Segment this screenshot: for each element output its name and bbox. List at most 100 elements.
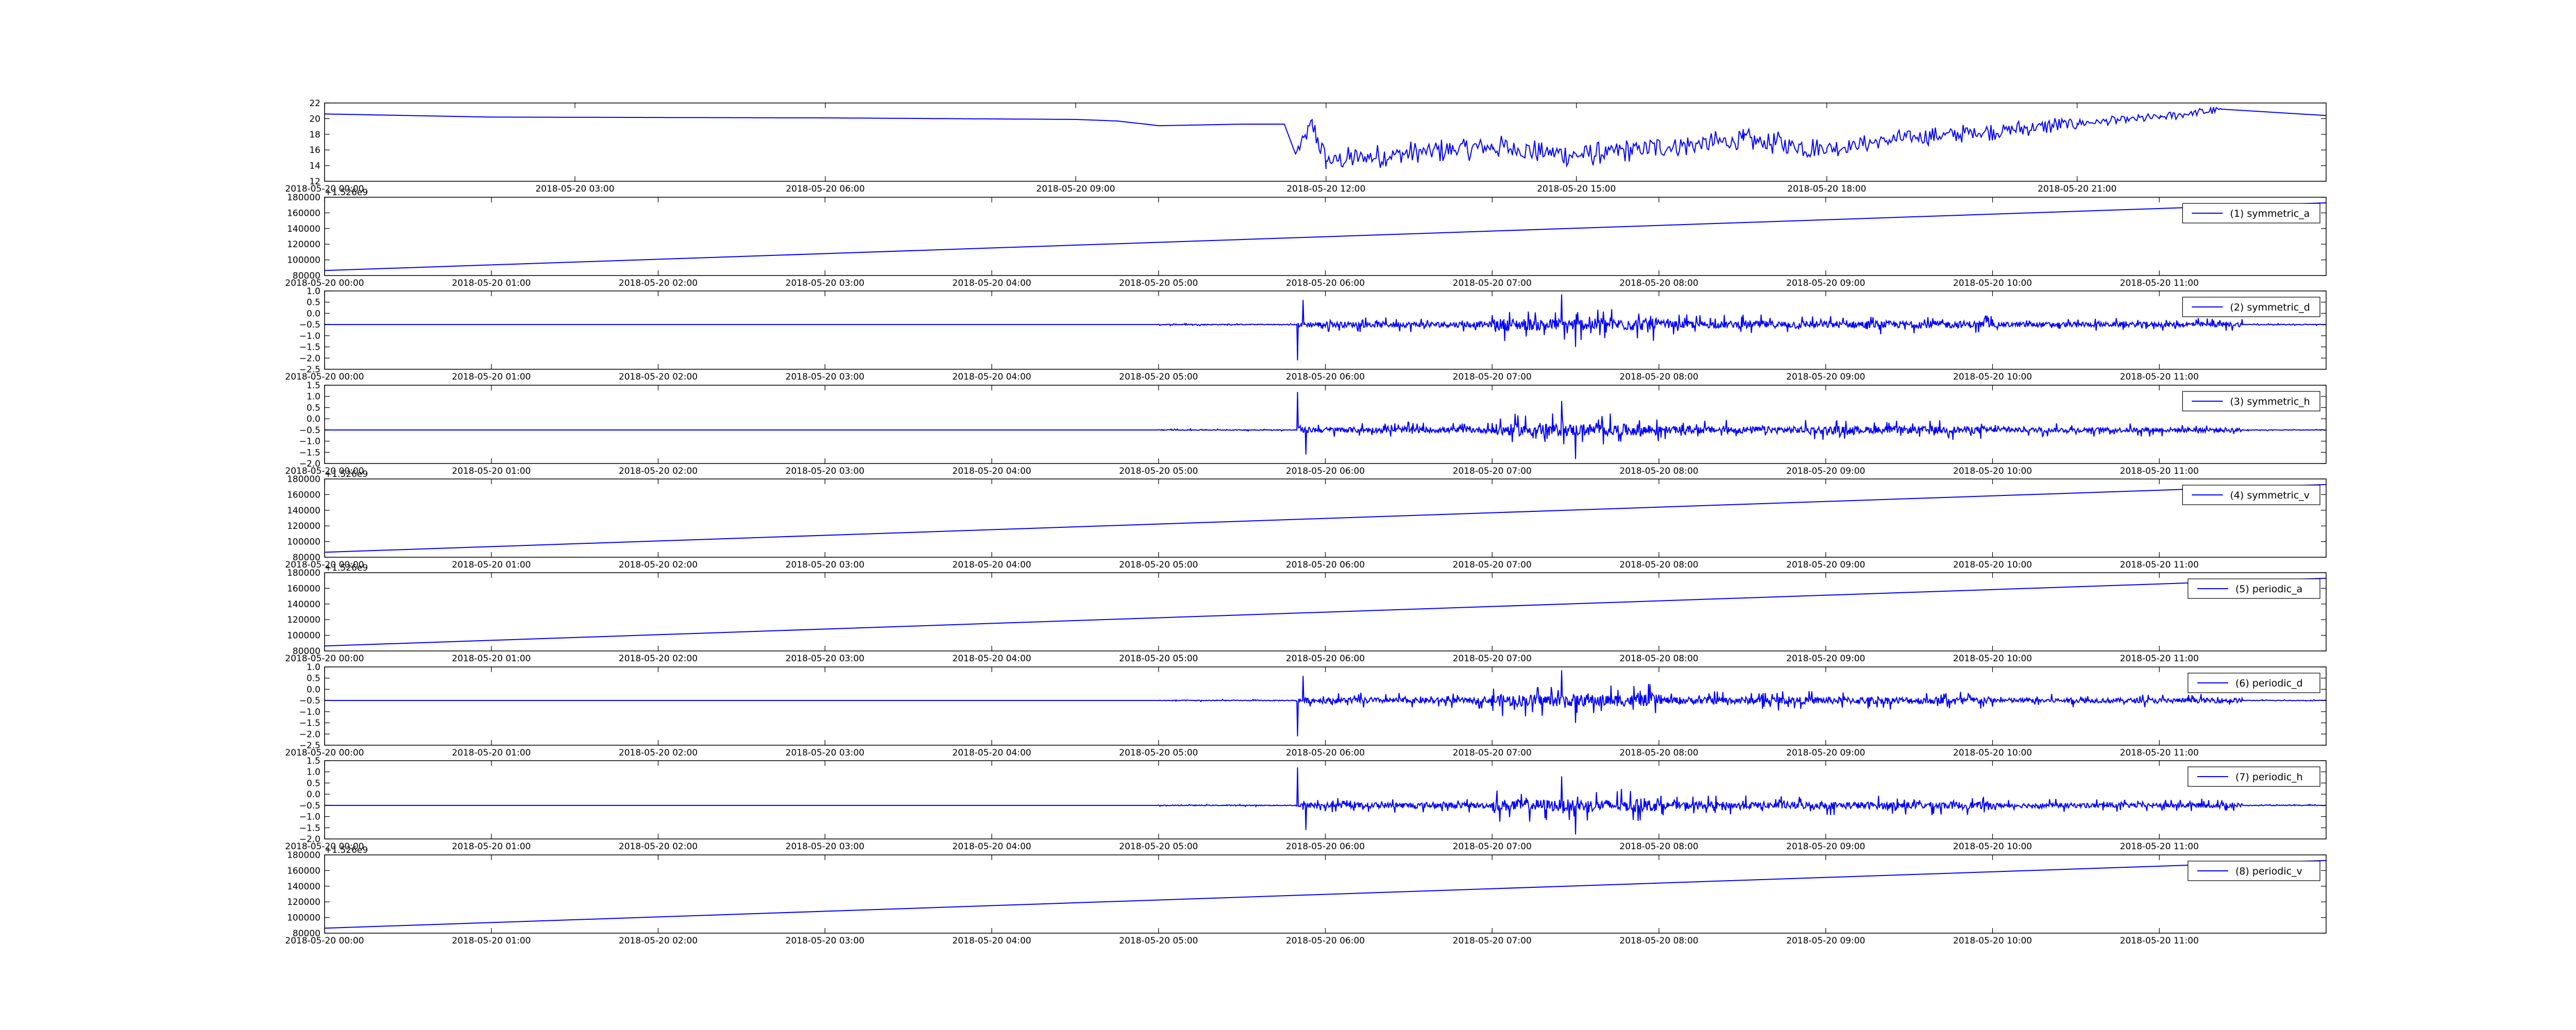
x-tick-label: 2018-05-20 09:00 [1786,748,1865,758]
x-tick-label: 2018-05-20 09:00 [1786,936,1865,946]
subplot-3: −2.5−2.0−1.5−1.0−0.50.00.51.02018-05-20 … [285,286,2327,382]
y-tick-label: 180000 [287,850,320,861]
x-tick-label: 2018-05-20 08:00 [1619,372,1698,382]
legend-label: (3) symmetric_h [2230,396,2310,407]
x-tick-label: 2018-05-20 11:00 [2120,842,2199,852]
x-tick-label: 2018-05-20 10:00 [1953,560,2032,570]
y-tick-label: 0.5 [307,403,320,413]
x-tick-label: 2018-05-20 06:00 [1286,936,1365,946]
y-tick-label: 160000 [287,583,320,594]
y-tick-label: 120000 [287,521,320,531]
subplot-6: 800001000001200001400001600001800002018-… [285,563,2327,664]
x-tick-label: 2018-05-20 10:00 [1953,372,2032,382]
legend: (8) periodic_v [2188,861,2320,881]
legend: (6) periodic_d [2188,673,2320,693]
legend: (7) periodic_h [2188,766,2320,787]
legend-label: (8) periodic_v [2235,866,2302,877]
y-tick-label: 140000 [287,224,320,234]
x-tick-label: 2018-05-20 01:00 [452,654,531,664]
x-tick-label: 2018-05-20 03:00 [786,466,865,476]
y-tick-label: −0.5 [299,320,320,330]
x-tick-label: 2018-05-20 09:00 [1786,560,1865,570]
x-tick-label: 2018-05-20 08:00 [1619,748,1698,758]
y-tick-label: 180000 [287,568,320,578]
x-tick-label: 2018-05-20 11:00 [2120,748,2199,758]
x-tick-label: 2018-05-20 06:00 [1286,372,1365,382]
y-tick-label: 0.5 [307,674,320,684]
series-line-2 [325,202,2326,271]
y-tick-label: −0.5 [299,425,320,436]
x-tick-label: 2018-05-20 03:00 [786,654,865,664]
x-tick-label: 2018-05-20 10:00 [1953,466,2032,476]
subplot-8: −2.0−1.5−1.0−0.50.00.51.01.52018-05-20 0… [285,756,2327,852]
series-line-6 [325,577,2326,647]
x-tick-label: 2018-05-20 02:00 [619,654,698,664]
x-tick-label: 2018-05-20 02:00 [619,560,698,570]
x-tick-label: 2018-05-20 15:00 [1537,184,1616,194]
x-tick-label: 2018-05-20 06:00 [1286,560,1365,570]
x-tick-label: 2018-05-20 21:00 [2038,184,2116,194]
y-tick-label: −1.0 [299,812,320,822]
y-tick-label: 16 [309,145,320,156]
y-tick-label: 20 [309,114,320,124]
legend-label: (5) periodic_a [2235,583,2302,595]
axis-offset-text: +1.526e9 [325,469,368,479]
x-tick-label: 2018-05-20 08:00 [1619,278,1698,288]
x-tick-label: 2018-05-20 10:00 [1953,748,2032,758]
subplot-4: −2.0−1.5−1.0−0.50.00.51.01.52018-05-20 0… [285,381,2327,476]
axis-offset-text: +1.526e9 [325,845,368,855]
y-tick-label: 0.0 [307,414,320,424]
x-tick-label: 2018-05-20 03:00 [786,372,865,382]
x-tick-label: 2018-05-20 05:00 [1119,842,1198,852]
x-tick-label: 2018-05-20 06:00 [1286,842,1365,852]
x-tick-label: 2018-05-20 03:00 [786,278,865,288]
x-tick-label: 2018-05-20 10:00 [1953,278,2032,288]
y-tick-label: −1.0 [299,437,320,447]
y-tick-label: 160000 [287,490,320,500]
y-tick-label: 1.0 [307,392,320,402]
x-tick-label: 2018-05-20 02:00 [619,936,698,946]
series-line-3 [325,294,2326,360]
y-tick-label: 100000 [287,537,320,547]
legend: (4) symmetric_v [2182,485,2320,505]
x-tick-label: 2018-05-20 06:00 [1286,466,1365,476]
x-tick-label: 2018-05-20 04:00 [952,654,1031,664]
y-tick-label: 1.5 [307,381,320,391]
x-tick-label: 2018-05-20 00:00 [285,936,364,946]
legend-label: (2) symmetric_d [2230,302,2310,313]
axis-offset-text: +1.526e9 [325,187,368,198]
x-tick-label: 2018-05-20 04:00 [952,560,1031,570]
legend: (2) symmetric_d [2182,297,2320,317]
x-tick-label: 2018-05-20 09:00 [1786,466,1865,476]
x-tick-label: 2018-05-20 04:00 [952,466,1031,476]
x-tick-label: 2018-05-20 07:00 [1453,654,1532,664]
x-tick-label: 2018-05-20 00:00 [285,372,364,382]
x-tick-label: 2018-05-20 08:00 [1619,466,1698,476]
y-tick-label: 140000 [287,882,320,892]
x-tick-label: 2018-05-20 08:00 [1619,842,1698,852]
subplot-2: 800001000001200001400001600001800002018-… [285,187,2327,288]
y-tick-label: −1.5 [299,718,320,729]
legend-label: (6) periodic_d [2235,678,2303,689]
x-tick-label: 2018-05-20 01:00 [452,278,531,288]
x-tick-label: 2018-05-20 12:00 [1286,184,1365,194]
x-tick-label: 2018-05-20 09:00 [1786,842,1865,852]
x-tick-label: 2018-05-20 08:00 [1619,654,1698,664]
x-tick-label: 2018-05-20 07:00 [1453,936,1532,946]
x-tick-label: 2018-05-20 00:00 [285,654,364,664]
y-tick-label: −2.0 [299,729,320,740]
x-tick-label: 2018-05-20 11:00 [2120,372,2199,382]
y-tick-label: 0.0 [307,789,320,800]
x-tick-label: 2018-05-20 11:00 [2120,560,2199,570]
series-line-7 [325,670,2326,736]
axes-frame [324,385,2327,464]
x-tick-label: 2018-05-20 07:00 [1453,748,1532,758]
x-tick-label: 2018-05-20 01:00 [452,466,531,476]
x-tick-label: 2018-05-20 03:00 [786,842,865,852]
x-tick-label: 2018-05-20 04:00 [952,372,1031,382]
x-tick-label: 2018-05-20 04:00 [952,748,1031,758]
x-tick-label: 2018-05-20 10:00 [1953,936,2032,946]
y-tick-label: 22 [309,98,320,109]
x-tick-label: 2018-05-20 04:00 [952,842,1031,852]
y-tick-label: −0.5 [299,801,320,811]
